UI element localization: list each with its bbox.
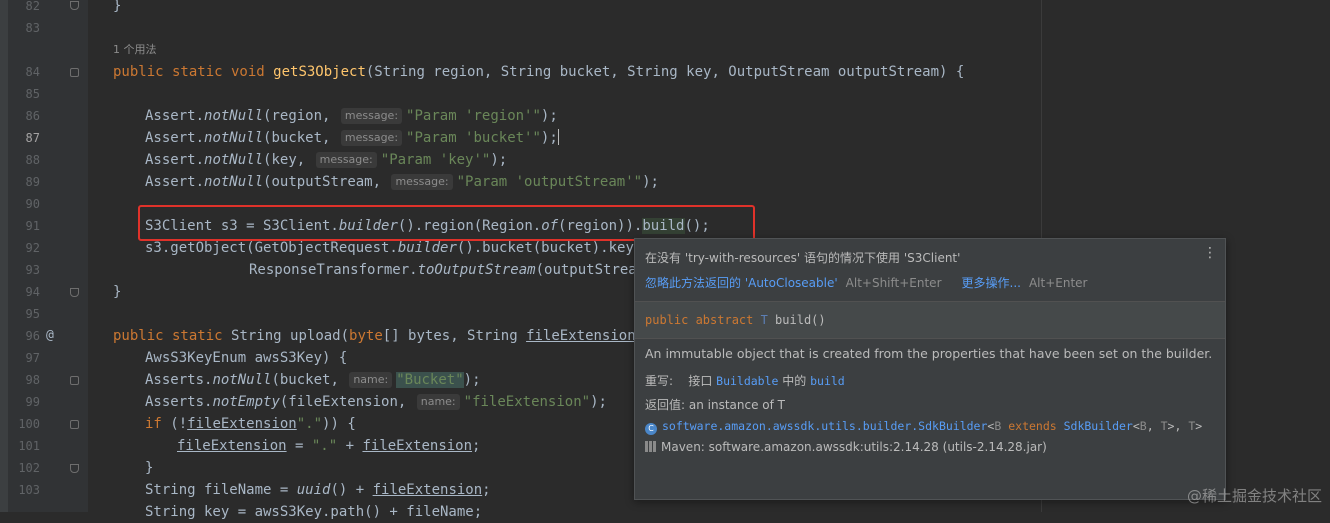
code-line-82: } [113, 0, 122, 14]
line-number: 96 [25, 329, 40, 343]
line-number: 103 [18, 483, 40, 497]
code-line-86: Assert.notNull(region, message: "Param 'r… [145, 108, 558, 124]
param-hint: message: [340, 108, 403, 124]
shortcut-label: Alt+Shift+Enter [845, 276, 942, 290]
fold-start-icon[interactable] [70, 376, 79, 385]
line-number: 102 [18, 461, 40, 475]
fold-end-icon[interactable] [70, 464, 79, 473]
line-number: 82 [25, 0, 40, 13]
fold-end-icon[interactable] [70, 1, 79, 10]
class-icon: C [645, 423, 657, 435]
library-icon [645, 441, 656, 452]
code-line-104: String key = awsS3Key.path() + fileName; [145, 504, 483, 520]
line-number-current: 87 [25, 131, 40, 145]
inspection-warning: 在没有 'try-with-resources' 语句的情况下使用 'S3Cli… [645, 251, 961, 265]
param-hint: name: [416, 394, 460, 410]
code-line-102: } [145, 460, 154, 476]
inspection-popup[interactable]: 在没有 'try-with-resources' 语句的情况下使用 'S3Cli… [634, 238, 1226, 500]
line-number: 100 [18, 417, 40, 431]
code-line-93: ResponseTransformer.toOutputStream(outpu… [249, 262, 654, 278]
fold-start-icon[interactable] [70, 68, 79, 77]
shortcut-label: Alt+Enter [1028, 276, 1088, 290]
usages-hint[interactable]: 1 个用法 [113, 39, 157, 61]
line-number: 90 [25, 197, 40, 211]
buildable-link[interactable]: Buildable [716, 374, 778, 388]
fold-start-icon[interactable] [70, 420, 79, 429]
line-number: 101 [18, 439, 40, 453]
line-number: 83 [25, 21, 40, 35]
line-number: 94 [25, 285, 40, 299]
fold-end-icon[interactable] [70, 288, 79, 297]
line-number: 95 [25, 307, 40, 321]
code-line-92: s3.getObject(GetObjectRequest.builder().… [145, 240, 660, 256]
line-number: 86 [25, 109, 40, 123]
code-line-96: public static String upload(byte[] bytes… [113, 328, 661, 344]
line-number: 89 [25, 175, 40, 189]
code-line-84: public static void getS3Object(String re… [113, 64, 965, 80]
code-line-89: Assert.notNull(outputStream, message: "Pa… [145, 174, 659, 190]
code-line-88: Assert.notNull(key, message: "Param 'key'… [145, 152, 508, 168]
line-number: 84 [25, 65, 40, 79]
method-signature-bar: public abstract T build() [635, 302, 1225, 339]
line-number: 93 [25, 263, 40, 277]
more-actions-link[interactable]: 更多操作... [962, 276, 1021, 290]
line-number: 91 [25, 219, 40, 233]
build-method-link[interactable]: build [810, 374, 845, 388]
code-line-98: Asserts.notNull(bucket, name: "Bucket"); [145, 372, 481, 388]
returns-row: 返回值: an instance of T [645, 398, 786, 412]
code-line-94: } [113, 284, 122, 300]
line-number: 85 [25, 87, 40, 101]
param-hint: message: [391, 174, 453, 190]
param-hint: message: [315, 152, 377, 168]
ignore-autocloseable-action[interactable]: 忽略此方法返回的 'AutoCloseable' [645, 276, 838, 290]
quick-fix-actions: 忽略此方法返回的 'AutoCloseable' Alt+Shift+Enter 更… [645, 274, 1107, 291]
code-line-101: fileExtension = "." + fileExtension; [177, 438, 481, 454]
line-number: 98 [25, 373, 40, 387]
code-line-100: if (!fileExtension".")) { [145, 416, 356, 432]
code-line-97: AwsS3KeyEnum awsS3Key) { [145, 350, 348, 366]
override-marker-icon[interactable]: @ [46, 325, 54, 347]
code-line-87: Assert.notNull(bucket, message: "Param 'b… [145, 129, 559, 146]
line-number: 97 [25, 351, 40, 365]
line-number: 99 [25, 395, 40, 409]
text-cursor [557, 129, 559, 145]
code-line-103: String fileName = uuid() + fileExtension… [145, 482, 491, 498]
param-hint: name: [349, 372, 393, 388]
code-line-99: Asserts.notEmpty(fileExtension, name: "fi… [145, 394, 607, 410]
method-description: An immutable object that is created from… [645, 346, 1213, 361]
param-hint: message: [340, 130, 403, 146]
line-number: 92 [25, 241, 40, 255]
class-row: Csoftware.amazon.awssdk.utils.builder.Sd… [645, 419, 1202, 435]
method-signature: public abstract T build() [645, 313, 826, 327]
more-options-icon[interactable]: ⋮ [1203, 246, 1217, 260]
overrides-row: 重写: 接口 Buildable 中的 build [645, 374, 845, 388]
highlight-annotation-box [138, 205, 755, 241]
sdkbuilder-link[interactable]: software.amazon.awssdk.utils.builder.Sdk… [662, 419, 987, 433]
maven-row: Maven: software.amazon.awssdk:utils:2.14… [645, 440, 1047, 454]
line-number: 88 [25, 153, 40, 167]
watermark: @稀土掘金技术社区 [1186, 487, 1322, 505]
